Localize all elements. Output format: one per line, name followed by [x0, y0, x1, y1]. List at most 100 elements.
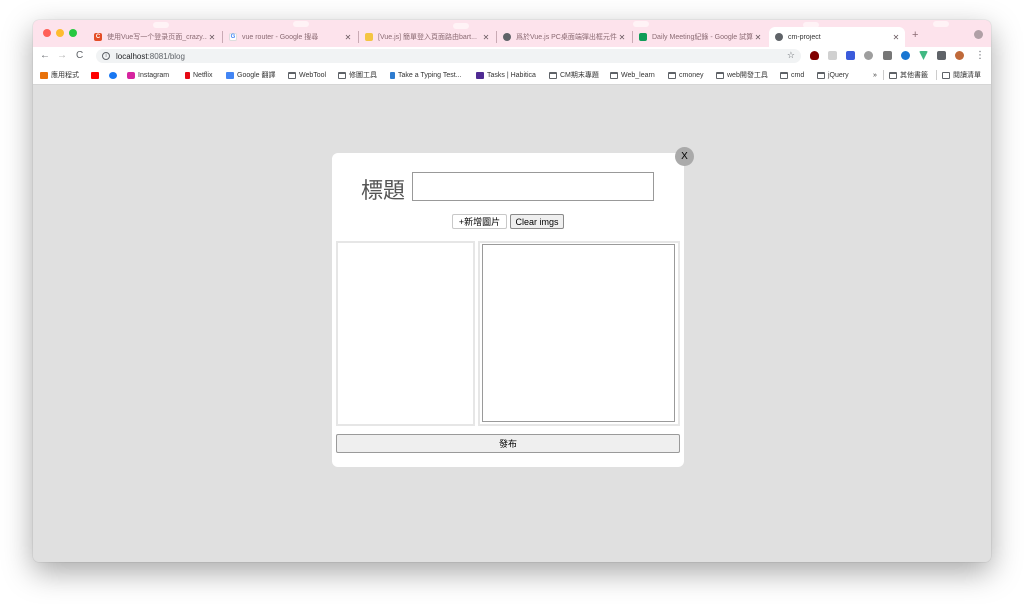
folder-icon	[668, 71, 676, 79]
close-window-button[interactable]	[43, 29, 51, 37]
vue-devtools-icon[interactable]	[919, 51, 928, 60]
reload-icon[interactable]: C	[76, 50, 83, 61]
bookmark-label: Netflix	[193, 71, 213, 79]
ublock-extension-icon[interactable]	[810, 51, 819, 60]
tab-favicon-icon: C	[94, 33, 102, 41]
facebook-icon	[109, 71, 117, 79]
close-tab-icon[interactable]: ✕	[343, 33, 353, 42]
bookmark-folder-web-dev-tools[interactable]: web開發工具	[716, 70, 768, 80]
close-tab-icon[interactable]: ✕	[753, 33, 763, 42]
title-input[interactable]	[412, 172, 654, 201]
bookmark-label: 其他書籤	[900, 72, 928, 79]
google-icon: G	[229, 33, 237, 41]
publish-button[interactable]: 發布	[336, 434, 680, 453]
bookmark-typing-test[interactable]: Take a Typing Test...	[390, 70, 462, 80]
close-tab-icon[interactable]: ✕	[207, 33, 217, 42]
bookmark-folder-jquery[interactable]: jQuery	[817, 70, 849, 80]
bookmark-habitica[interactable]: Tasks | Habitica	[476, 70, 536, 80]
bookmark-label: WebTool	[299, 71, 327, 79]
tab-strip: C 使用Vue写一个登录页面_crazy... ✕ G vue router -…	[33, 20, 991, 47]
folder-icon	[610, 71, 618, 79]
eyedropper-extension-icon[interactable]	[883, 51, 892, 60]
bookmark-folder-webtool[interactable]: WebTool	[288, 70, 326, 80]
bookmark-label: Google 翻譯	[237, 72, 276, 79]
extension-icon[interactable]	[901, 51, 910, 60]
tab-title: 使用Vue写一个登录页面_crazy...	[107, 34, 207, 41]
bookmark-netflix[interactable]: Netflix	[185, 70, 212, 80]
bookmark-label: Instagram	[138, 71, 170, 79]
forward-icon[interactable]: →	[57, 50, 67, 61]
netflix-icon	[185, 71, 190, 79]
bookmark-star-icon[interactable]: ☆	[787, 50, 795, 61]
bookmark-label: web開發工具	[727, 72, 768, 79]
bookmark-label: jQuery	[828, 71, 849, 79]
bookmark-label: »	[873, 71, 877, 79]
bookmark-label: 修圖工具	[349, 72, 377, 79]
habitica-icon	[476, 71, 484, 79]
bookmark-folder-web-learn[interactable]: Web_learn	[610, 70, 655, 80]
bookmark-folder-cmoney[interactable]: cmoney	[668, 70, 704, 80]
reading-list-button[interactable]: 閱讀清單	[942, 70, 981, 80]
bookmarks-bar: 應用程式 Instagram Netflix Google 翻譯 WebTool…	[33, 65, 991, 85]
bookmark-label: Take a Typing Test...	[398, 71, 462, 79]
google-translate-icon	[226, 71, 234, 79]
extension-icon[interactable]	[828, 51, 837, 60]
bookmark-instagram[interactable]: Instagram	[127, 70, 169, 80]
close-tab-icon[interactable]: ✕	[617, 33, 627, 42]
tab-0[interactable]: C 使用Vue写一个登录页面_crazy... ✕	[88, 27, 221, 47]
instagram-icon	[127, 71, 135, 79]
minimize-window-button[interactable]	[56, 29, 64, 37]
bookmark-folder-other[interactable]: 其他書籤	[889, 70, 928, 80]
maximize-window-button[interactable]	[69, 29, 77, 37]
extension-icon[interactable]	[864, 51, 873, 60]
browser-menu-icon[interactable]: ⋮	[975, 50, 985, 61]
folder-icon	[889, 71, 897, 79]
close-tab-icon[interactable]: ✕	[481, 33, 491, 42]
add-image-button[interactable]: +新增圖片	[452, 214, 507, 229]
bookmark-label: Web_learn	[621, 71, 655, 79]
browser-window: C 使用Vue写一个登录页面_crazy... ✕ G vue router -…	[33, 20, 991, 562]
typing-test-icon	[390, 71, 395, 79]
folder-icon	[338, 71, 346, 79]
close-modal-button[interactable]: X	[675, 147, 694, 166]
bookmark-label: 閱讀清單	[953, 72, 981, 79]
bookmark-google-translate[interactable]: Google 翻譯	[226, 70, 276, 80]
profile-tab-icon[interactable]	[974, 30, 983, 39]
image-preview-panel	[336, 241, 475, 426]
info-icon[interactable]: i	[102, 52, 110, 60]
url-path: :8081/blog	[147, 51, 185, 61]
tab-title: vue router - Google 搜尋	[242, 34, 319, 41]
folder-icon	[549, 71, 557, 79]
bookmark-folder-photo-tools[interactable]: 修圖工具	[338, 70, 377, 80]
tab-2[interactable]: [Vue.js] 簡單登入頁面路由bart... ✕	[359, 27, 495, 47]
browser-toolbar: ← → C i localhost:8081/blog ☆ ⋮	[33, 47, 991, 65]
bookmark-folder-cmd[interactable]: cmd	[780, 70, 804, 80]
clear-images-button[interactable]: Clear imgs	[510, 214, 564, 229]
back-icon[interactable]: ←	[40, 50, 50, 61]
bookmark-label: CM期末專題	[560, 72, 599, 79]
bookmark-label: cmd	[791, 71, 805, 79]
extensions-puzzle-icon[interactable]	[937, 51, 946, 60]
tab-3[interactable]: 爲於Vue.js PC桌面端彈出框元件... ✕	[497, 27, 631, 47]
bookmarks-overflow-button[interactable]: »	[873, 70, 877, 80]
tab-4[interactable]: Daily Meeting紀錄 - Google 試算... ✕	[633, 27, 767, 47]
folder-icon	[780, 71, 788, 79]
bookmark-label: cmoney	[679, 71, 704, 79]
bookmark-folder-cm-project[interactable]: CM期末專題	[549, 70, 599, 80]
new-tab-button[interactable]: +	[912, 29, 918, 41]
bookmark-facebook[interactable]	[109, 70, 120, 80]
folder-icon	[716, 71, 724, 79]
close-tab-icon[interactable]: ✕	[891, 33, 901, 42]
tab-1[interactable]: G vue router - Google 搜尋 ✕	[223, 27, 357, 47]
bookmark-label: 應用程式	[51, 72, 79, 79]
bookmark-label: Tasks | Habitica	[487, 71, 536, 79]
bookmark-youtube[interactable]	[91, 70, 102, 80]
bookmark-apps[interactable]: 應用程式	[40, 70, 79, 80]
extension-icon[interactable]	[846, 51, 855, 60]
content-textarea[interactable]	[482, 244, 675, 422]
address-bar[interactable]: i localhost:8081/blog ☆	[96, 49, 801, 63]
tab-title: cm-project	[788, 33, 821, 41]
tab-5-active[interactable]: cm-project ✕	[769, 27, 905, 47]
profile-avatar[interactable]	[955, 51, 964, 60]
tab-favicon-icon	[365, 33, 373, 41]
